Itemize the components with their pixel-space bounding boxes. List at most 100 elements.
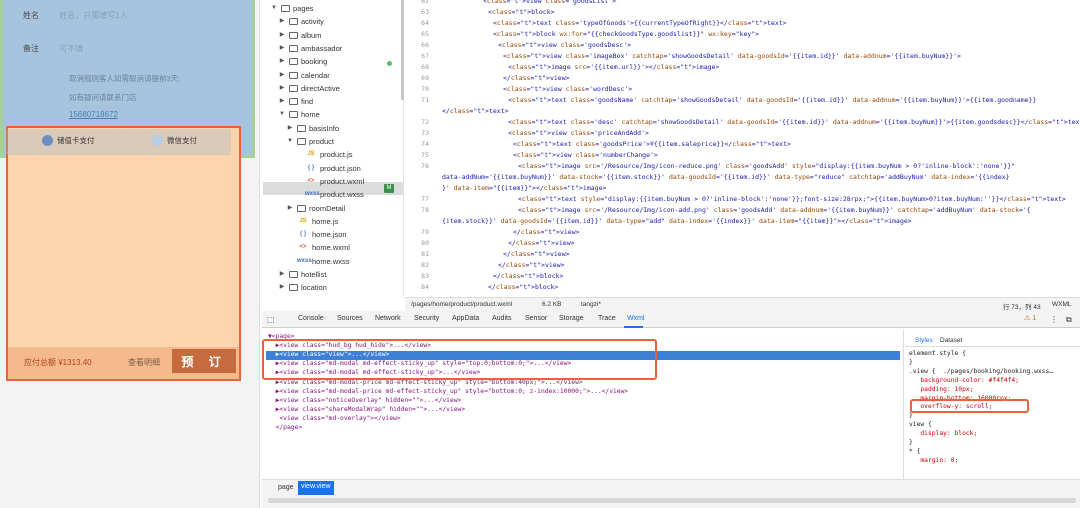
file-tree-item[interactable]: ▶ location <box>278 281 327 294</box>
code-line[interactable]: <class="t">view class='goodsDesc'> <box>498 41 631 49</box>
code-line[interactable]: </class="t">view> <box>503 74 570 82</box>
chevron-right-icon[interactable]: ▶ <box>278 15 286 28</box>
phone-link[interactable]: 15680718672 <box>69 110 118 119</box>
tab-console[interactable]: Console <box>298 315 324 322</box>
tab-network[interactable]: Network <box>375 315 401 322</box>
chevron-right-icon[interactable]: ▶ <box>278 29 286 42</box>
code-line[interactable]: </class="t">view> <box>513 228 580 236</box>
file-tree-item[interactable]: ▼ pages <box>270 2 313 15</box>
file-tree-item[interactable]: { } home.json <box>286 228 347 241</box>
code-line[interactable]: <class="t">view class='imageBox' catchta… <box>503 52 961 60</box>
tab-appdata[interactable]: AppData <box>452 315 479 322</box>
code-line[interactable]: <class="t">view class='numberChange'> <box>513 151 658 159</box>
code-line[interactable]: <class="t">view class='goodsList'> <box>483 0 616 5</box>
chevron-right-icon[interactable]: ▶ <box>278 82 286 95</box>
file-tree-item[interactable]: ▶ booking <box>278 55 328 68</box>
chevron-right-icon[interactable]: ▶ <box>286 122 294 135</box>
file-tree-item[interactable]: ▶ ambassador <box>278 42 343 55</box>
code-line[interactable]: <class="t">text class='desc' catchtap='s… <box>508 118 1080 126</box>
code-line[interactable]: </class="t">block> <box>488 283 558 291</box>
breadcrumb-view[interactable]: view.view <box>298 481 334 495</box>
code-line[interactable]: <class="t">image src='/Resource/Img/icon… <box>518 162 1015 170</box>
chevron-down-icon[interactable]: ▼ <box>270 2 278 15</box>
wxml-node[interactable]: ▶<view class="md-modal-price md-effect-s… <box>268 388 629 395</box>
file-tree-item[interactable]: ▼ product <box>286 135 334 148</box>
code-editor[interactable]: 62 <class="t">view class='goodsList'> 63 <c… <box>405 0 1080 297</box>
file-tree-item[interactable]: ▶ directActive <box>278 82 340 95</box>
code-line[interactable]: <class="t">image src='{{item.url}}'></cl… <box>508 63 719 71</box>
wxml-node[interactable]: ▶<view class="noticeOverlay" hidden="">.… <box>268 397 462 404</box>
chevron-right-icon[interactable]: ▶ <box>278 268 286 281</box>
tab-storage[interactable]: Storage <box>559 315 584 322</box>
code-line[interactable]: }' data-item="{{item}}"></class="t">imag… <box>442 184 606 192</box>
horizontal-scrollbar[interactable] <box>268 498 1076 503</box>
file-tree-item[interactable]: ▶ find <box>278 95 313 108</box>
file-tree-item[interactable]: ▶ hotellist <box>278 268 327 281</box>
book-button[interactable]: 预 订 <box>172 349 236 373</box>
file-tree-item[interactable]: JS product.js <box>294 148 352 161</box>
code-line[interactable]: <class="t">text class='typeOfGoods'>{{cu… <box>493 19 787 27</box>
code-line[interactable]: <class="t">text style="display:{{item.bu… <box>518 195 1066 203</box>
dock-icon[interactable]: ⧉ <box>1066 315 1072 325</box>
chevron-right-icon[interactable]: ▶ <box>278 281 286 294</box>
code-line[interactable]: <class="t">text class='goodsPrice'>¥{{it… <box>513 140 791 148</box>
code-line[interactable]: <class="t">text class='goodsName' catcht… <box>508 96 1036 104</box>
code-line[interactable]: </class="t">view> <box>503 250 570 258</box>
code-line[interactable]: </class="t">view> <box>508 239 575 247</box>
tab-sources[interactable]: Sources <box>337 315 363 322</box>
tab-trace[interactable]: Trace <box>598 315 616 322</box>
status-branch[interactable]: tangzi* <box>581 301 601 308</box>
code-line[interactable]: <class="t">block> <box>488 8 555 16</box>
file-tree-item[interactable]: ▶ calendar <box>278 69 330 82</box>
file-tree-item[interactable]: <> product.wxml <box>294 175 364 188</box>
file-tree-item[interactable]: <> home.wxml <box>286 241 349 254</box>
name-row[interactable]: 姓名 姓名，只需填写1人 <box>23 10 128 21</box>
tab-styles[interactable]: Styles <box>915 337 933 344</box>
code-line[interactable]: <class="t">image src='/Resource/Img/icon… <box>518 206 1031 214</box>
file-tree-item[interactable]: wxss home.wxss <box>286 255 350 268</box>
file-tree-item[interactable]: ▶ roomDetail <box>286 202 346 215</box>
inspect-icon[interactable]: ⬚ <box>267 315 275 324</box>
file-tree-item[interactable]: wxss product.wxss <box>294 188 364 201</box>
chevron-right-icon[interactable]: ▶ <box>278 69 286 82</box>
pay-option-wechat[interactable]: 微信支付 <box>152 135 197 146</box>
warning-count[interactable]: ⚠ 1 <box>1024 314 1036 322</box>
code-line[interactable]: {item.stock}}' data-goodsId='{{item.id}}… <box>442 217 912 225</box>
code-line[interactable]: data-addNum='{{item.buyNum}}' data-stock… <box>442 173 1010 181</box>
wxml-node[interactable]: <view class="md-overlay"></view> <box>268 415 400 422</box>
chevron-right-icon[interactable]: ▶ <box>278 42 286 55</box>
file-tree-item[interactable]: ▶ activity <box>278 15 324 28</box>
file-tree-item[interactable]: ▶ basisInfo <box>286 122 339 135</box>
wxml-node[interactable]: ▶<view class="shareModalWrap" hidden="">… <box>268 406 466 413</box>
more-menu-icon[interactable]: ⋮ <box>1050 315 1058 324</box>
remark-row[interactable]: 备注 可不填 <box>23 43 83 54</box>
file-tree-item[interactable]: { } product.json <box>294 162 361 175</box>
status-language[interactable]: WXML <box>1052 301 1072 308</box>
breadcrumb-page[interactable]: page <box>278 484 294 491</box>
file-tree-item[interactable]: ▼ home <box>278 108 320 121</box>
remark-input[interactable]: 可不填 <box>59 44 83 53</box>
view-detail-link[interactable]: 查看明细 <box>128 357 160 368</box>
chevron-down-icon[interactable]: ▼ <box>286 135 294 148</box>
tab-sensor[interactable]: Sensor <box>525 315 547 322</box>
wxml-node[interactable]: </page> <box>268 424 303 431</box>
file-tree-item[interactable]: ▶ album <box>278 29 322 42</box>
chevron-down-icon[interactable]: ▼ <box>278 108 286 121</box>
code-line[interactable]: <class="t">view class='wordDesc'> <box>503 85 632 93</box>
chevron-right-icon[interactable]: ▶ <box>278 55 286 68</box>
code-line[interactable]: </class="t">text> <box>442 107 509 115</box>
tree-scrollbar[interactable] <box>401 0 404 100</box>
tab-security[interactable]: Security <box>414 315 439 322</box>
pay-option-card[interactable]: 储值卡支付 <box>42 135 95 146</box>
code-line[interactable]: </class="t">view> <box>498 261 565 269</box>
tab-wxml[interactable]: Wxml <box>627 315 645 322</box>
code-line[interactable]: </class="t">block> <box>493 272 563 280</box>
tab-dataset[interactable]: Dataset <box>940 337 962 344</box>
code-line[interactable]: <class="t">view class='priceAndAdd'> <box>508 129 649 137</box>
code-line[interactable]: <class="t">block wx:for="{{checkGoodsTyp… <box>493 30 759 38</box>
tab-audits[interactable]: Audits <box>492 315 511 322</box>
name-input[interactable]: 姓名，只需填写1人 <box>59 11 127 20</box>
chevron-right-icon[interactable]: ▶ <box>278 95 286 108</box>
chevron-right-icon[interactable]: ▶ <box>286 202 294 215</box>
file-tree-item[interactable]: JS home.js <box>286 215 338 228</box>
